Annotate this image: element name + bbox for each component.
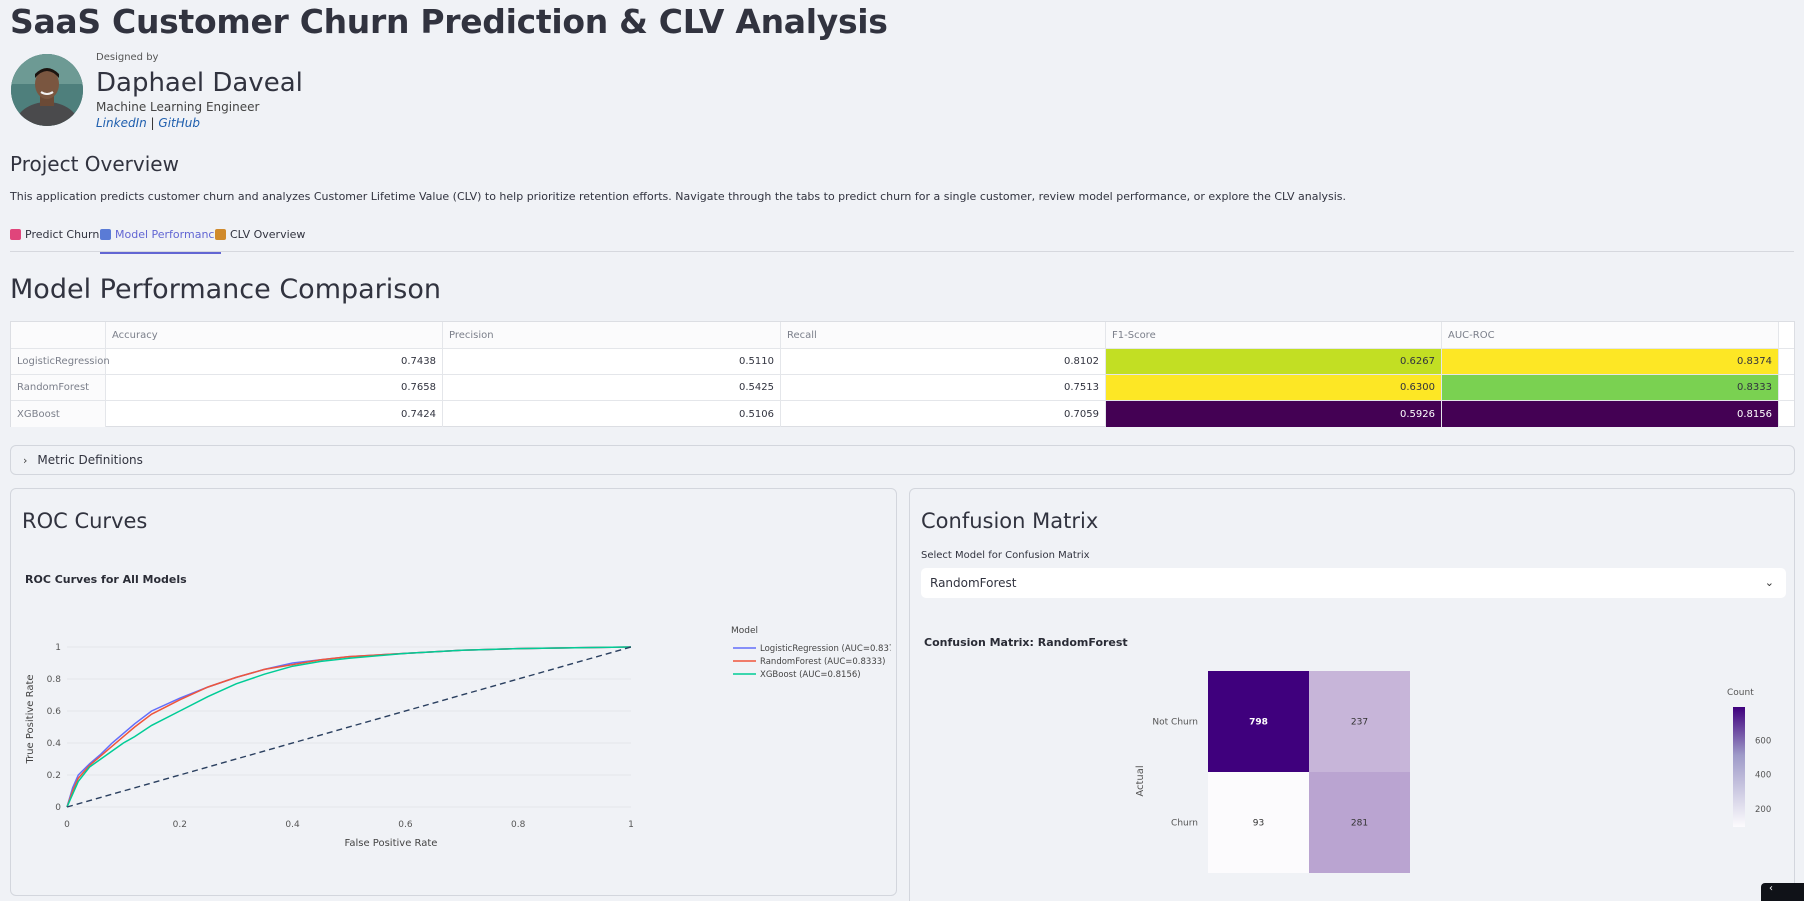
x-tick-label: 0.8 bbox=[511, 820, 526, 830]
chevron-right-icon: › bbox=[23, 453, 28, 467]
model-performance-heading: Model Performance Comparison bbox=[10, 274, 441, 305]
confusion-matrix-chart[interactable]: Not Churn 798 237 Churn 93 281 Actual Count 20… bbox=[910, 657, 1790, 901]
table-cell-highlighted: 0.6267 bbox=[1106, 349, 1442, 374]
y-tick-label: 0.6 bbox=[47, 707, 62, 717]
overview-text: This application predicts customer churn… bbox=[10, 190, 1347, 203]
avatar-image bbox=[11, 54, 83, 126]
tab-label: Model Performance bbox=[115, 228, 222, 241]
colorbar-tick: 400 bbox=[1755, 771, 1771, 781]
table-cell: 0.5110 bbox=[443, 349, 781, 374]
metrics-table[interactable]: Accuracy Precision Recall F1-Score AUC-R… bbox=[10, 321, 1795, 427]
cm-row-label: Churn bbox=[1171, 819, 1198, 829]
model-select[interactable]: RandomForest ⌄ bbox=[921, 568, 1786, 598]
metric-definitions-expander[interactable]: › Metric Definitions bbox=[10, 445, 1795, 475]
column-header[interactable]: AUC-ROC bbox=[1442, 322, 1779, 348]
legend-entry: LogisticRegression (AUC=0.8374) bbox=[760, 644, 891, 654]
author-avatar bbox=[11, 54, 83, 126]
author-name: Daphael Daveal bbox=[96, 68, 303, 98]
model-select-value: RandomForest bbox=[930, 576, 1017, 590]
cm-cell-value: 798 bbox=[1249, 718, 1268, 728]
x-tick-label: 1 bbox=[628, 820, 634, 830]
expander-label: Metric Definitions bbox=[37, 453, 143, 467]
legend-entry: XGBoost (AUC=0.8156) bbox=[760, 670, 861, 680]
bar-chart-icon bbox=[100, 229, 111, 240]
colorbar-tick: 200 bbox=[1755, 805, 1771, 815]
roc-chart-title: ROC Curves for All Models bbox=[25, 573, 187, 586]
confusion-chart-title: Confusion Matrix: RandomForest bbox=[924, 636, 1128, 649]
y-tick-label: 0.4 bbox=[47, 739, 62, 749]
author-links: LinkedIn | GitHub bbox=[96, 116, 303, 130]
table-cell: 0.5425 bbox=[443, 375, 781, 400]
row-label: XGBoost bbox=[11, 401, 106, 427]
cm-y-axis-label: Actual bbox=[1135, 765, 1146, 796]
roc-chart[interactable]: 0 0.2 0.4 0.6 0.8 1 0 0.2 0.4 0.6 0.8 1 False Posi… bbox=[11, 589, 891, 889]
github-link[interactable]: GitHub bbox=[158, 116, 200, 130]
collapse-sidebar-button[interactable]: ‹ bbox=[1761, 883, 1804, 901]
table-cell: 0.5106 bbox=[443, 401, 781, 427]
table-header-row: Accuracy Precision Recall F1-Score AUC-R… bbox=[11, 322, 1794, 349]
tab-label: CLV Overview bbox=[230, 228, 306, 241]
link-separator: | bbox=[146, 116, 159, 130]
table-cell: 0.7658 bbox=[106, 375, 443, 400]
model-select-label: Select Model for Confusion Matrix bbox=[921, 550, 1090, 561]
table-row: LogisticRegression 0.7438 0.5110 0.8102 … bbox=[11, 349, 1794, 375]
y-tick-label: 0 bbox=[55, 803, 61, 813]
confusion-heading: Confusion Matrix bbox=[921, 509, 1099, 533]
table-row: RandomForest 0.7658 0.5425 0.7513 0.6300… bbox=[11, 375, 1794, 401]
designed-by-label: Designed by bbox=[96, 52, 159, 63]
chevron-down-icon: ⌄ bbox=[1764, 576, 1774, 589]
table-cell-highlighted: 0.8374 bbox=[1442, 349, 1779, 374]
overview-heading: Project Overview bbox=[10, 152, 179, 176]
table-row: XGBoost 0.7424 0.5106 0.7059 0.5926 0.81… bbox=[11, 401, 1794, 427]
colorbar-title: Count bbox=[1727, 688, 1754, 698]
roc-y-axis-label: True Positive Rate bbox=[25, 674, 36, 764]
tab-clv-overview[interactable]: CLV Overview bbox=[215, 228, 305, 252]
tab-model-performance[interactable]: Model Performance bbox=[100, 228, 222, 254]
legend-entry: RandomForest (AUC=0.8333) bbox=[760, 657, 885, 667]
page-title: SaaS Customer Churn Prediction & CLV Ana… bbox=[10, 2, 888, 41]
x-tick-label: 0.2 bbox=[173, 820, 187, 830]
table-cell-highlighted: 0.8156 bbox=[1442, 401, 1779, 427]
table-cell-highlighted: 0.8333 bbox=[1442, 375, 1779, 400]
roc-panel: ROC Curves ROC Curves for All Models 0 0.… bbox=[10, 488, 897, 896]
confusion-panel: Confusion Matrix Select Model for Confus… bbox=[909, 488, 1795, 901]
cm-cell-value: 93 bbox=[1253, 819, 1264, 829]
linkedin-link[interactable]: LinkedIn bbox=[96, 116, 147, 130]
tab-bar: Predict Churn Model Performance CLV Over… bbox=[10, 226, 1794, 254]
x-tick-label: 0 bbox=[64, 820, 70, 830]
column-header[interactable]: Accuracy bbox=[106, 322, 443, 348]
money-bag-icon bbox=[215, 229, 226, 240]
roc-x-axis-label: False Positive Rate bbox=[345, 838, 438, 849]
y-tick-label: 1 bbox=[55, 643, 61, 653]
table-cell: 0.8102 bbox=[781, 349, 1106, 374]
cm-cell-value: 237 bbox=[1351, 718, 1368, 728]
x-tick-label: 0.6 bbox=[398, 820, 413, 830]
author-role: Machine Learning Engineer bbox=[96, 100, 260, 114]
y-tick-label: 0.2 bbox=[47, 771, 61, 781]
cm-cell-value: 281 bbox=[1351, 819, 1368, 829]
x-tick-label: 0.4 bbox=[285, 820, 300, 830]
column-header[interactable]: Precision bbox=[443, 322, 781, 348]
table-cell: 0.7438 bbox=[106, 349, 443, 374]
table-cell: 0.7424 bbox=[106, 401, 443, 427]
column-header[interactable]: Recall bbox=[781, 322, 1106, 348]
y-tick-label: 0.8 bbox=[47, 675, 62, 685]
legend-title: Model bbox=[731, 626, 758, 636]
row-label: RandomForest bbox=[11, 375, 106, 400]
diagonal-reference-line bbox=[66, 646, 632, 808]
table-cell: 0.7513 bbox=[781, 375, 1106, 400]
rocket-icon bbox=[10, 229, 21, 240]
colorbar-tick: 600 bbox=[1755, 737, 1771, 747]
index-header bbox=[11, 322, 106, 348]
colorbar bbox=[1733, 707, 1745, 827]
table-cell: 0.7059 bbox=[781, 401, 1106, 427]
tab-label: Predict Churn bbox=[25, 228, 100, 241]
cm-row-label: Not Churn bbox=[1152, 718, 1198, 728]
row-label: LogisticRegression bbox=[11, 349, 110, 374]
column-header[interactable]: F1-Score bbox=[1106, 322, 1442, 348]
table-cell-highlighted: 0.6300 bbox=[1106, 375, 1442, 400]
roc-heading: ROC Curves bbox=[22, 509, 148, 533]
tab-predict-churn[interactable]: Predict Churn bbox=[10, 228, 99, 252]
table-cell-highlighted: 0.5926 bbox=[1106, 401, 1442, 427]
